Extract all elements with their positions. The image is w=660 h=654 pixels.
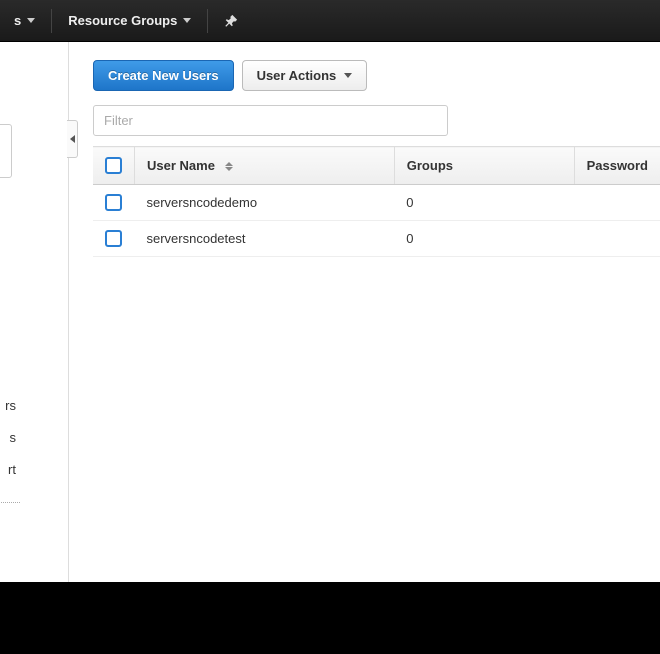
select-all-header [93,147,135,185]
header-label: Password [587,158,648,173]
column-header-password[interactable]: Password [574,147,660,185]
user-actions-dropdown[interactable]: User Actions [242,60,368,91]
nav-item-label: s [14,13,21,28]
cell-password [574,221,660,257]
chevron-left-icon [70,135,75,143]
toolbar: Create New Users User Actions [93,60,660,91]
pin-button[interactable] [210,0,252,41]
column-header-groups[interactable]: Groups [394,147,574,185]
row-checkbox[interactable] [105,194,122,211]
table-row[interactable]: serversncodetest 0 [93,221,660,257]
sort-icon [225,162,233,171]
cell-groups: 0 [394,185,574,221]
footer-bar [0,582,660,654]
sidebar-links: rs s rt [0,390,16,486]
content-area: rs s rt Create New Users User Actions [0,42,660,582]
row-checkbox[interactable] [105,230,122,247]
chevron-down-icon [344,73,352,78]
collapse-sidebar-button[interactable] [67,120,78,158]
main-panel: Create New Users User Actions User Name [69,42,660,582]
filter-input[interactable] [93,105,448,136]
filter-bar [93,105,660,136]
top-nav: s Resource Groups [0,0,660,42]
sidebar-link-fragment[interactable]: rt [0,454,16,486]
cell-groups: 0 [394,221,574,257]
nav-separator [207,9,208,33]
header-label: User Name [147,158,215,173]
sidebar-link-fragment[interactable]: rs [0,390,16,422]
nav-separator [51,9,52,33]
vertical-divider [68,42,69,582]
sidebar-link-fragment[interactable]: s [0,422,16,454]
sidebar-divider [0,502,20,503]
nav-item-label: Resource Groups [68,13,177,28]
nav-item-resource-groups[interactable]: Resource Groups [54,0,205,41]
button-label: User Actions [257,68,337,83]
table-row[interactable]: serversncodedemo 0 [93,185,660,221]
sidebar-fragment: rs s rt [0,42,68,582]
users-table: User Name Groups Password [93,146,660,257]
chevron-down-icon [183,18,191,23]
cell-username: serversncodedemo [135,185,395,221]
button-label: Create New Users [108,68,219,83]
chevron-down-icon [27,18,35,23]
select-all-checkbox[interactable] [105,157,122,174]
cell-password [574,185,660,221]
create-new-users-button[interactable]: Create New Users [93,60,234,91]
pin-icon [224,14,238,28]
header-label: Groups [407,158,453,173]
column-header-username[interactable]: User Name [135,147,395,185]
cell-username: serversncodetest [135,221,395,257]
nav-item-services[interactable]: s [0,0,49,41]
sidebar-box [0,124,12,178]
